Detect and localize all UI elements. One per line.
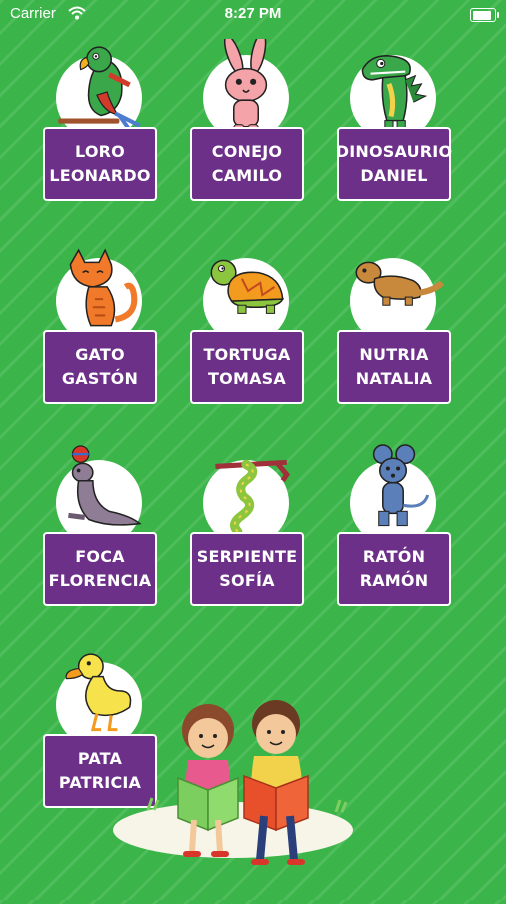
animal-card-loro-leonardo[interactable]: LORO LEONARDO: [43, 46, 157, 205]
animal-card-label: GATO GASTÓN: [43, 330, 157, 404]
animal-card-foca-florencia[interactable]: FOCA FLORENCIA: [43, 445, 157, 610]
animal-name-second: DANIEL: [360, 166, 428, 185]
animal-card-label: LORO LEONARDO: [43, 127, 157, 201]
animal-card-raton-ramon[interactable]: RATÓN RAMÓN: [337, 444, 451, 610]
animal-name-second: LEONARDO: [49, 166, 151, 185]
animal-card-label: DINOSAURIO DANIEL: [335, 127, 453, 201]
animal-card-label: CONEJO CAMILO: [190, 127, 304, 201]
animal-name: LORO: [75, 142, 125, 161]
animal-name-second: SOFÍA: [219, 571, 275, 590]
animal-name: FOCA: [75, 547, 125, 566]
animal-card-nutria-natalia[interactable]: NUTRIA NATALIA: [337, 258, 451, 408]
animal-card-label: SERPIENTE SOFÍA: [190, 532, 304, 606]
animal-name-second: NATALIA: [355, 369, 433, 388]
clock: 8:27 PM: [224, 5, 282, 22]
animal-name: NUTRIA: [359, 345, 429, 364]
animal-name: DINOSAURIO: [335, 142, 453, 161]
animal-card-label: NUTRIA NATALIA: [337, 330, 451, 404]
children-reading-icon: [108, 690, 378, 900]
animal-name: SERPIENTE: [196, 547, 298, 566]
animal-card-serpiente-sofia[interactable]: SERPIENTE SOFÍA: [190, 459, 304, 610]
status-bar: Carrier 8:27 PM: [0, 0, 506, 30]
animal-card-tortuga-tomasa[interactable]: TORTUGA TOMASA: [190, 258, 304, 408]
animal-name-second: GASTÓN: [61, 369, 139, 388]
animal-card-label: TORTUGA TOMASA: [190, 330, 304, 404]
animal-name-second: CAMILO: [211, 166, 283, 185]
animal-name-second: FLORENCIA: [48, 571, 152, 590]
animal-card-gato-gaston[interactable]: GATO GASTÓN: [43, 248, 157, 408]
animal-name: CONEJO: [211, 142, 283, 161]
battery-icon: [470, 8, 499, 22]
animal-card-label: FOCA FLORENCIA: [43, 532, 157, 606]
animal-card-conejo-camilo[interactable]: CONEJO CAMILO: [190, 39, 304, 205]
animal-name: TORTUGA: [203, 345, 291, 364]
battery-level: [472, 10, 491, 20]
animal-name: RATÓN: [362, 547, 426, 566]
animal-card-dinosaurio-daniel[interactable]: DINOSAURIO DANIEL: [335, 55, 453, 205]
animal-card-label: RATÓN RAMÓN: [337, 532, 451, 606]
animal-name: GATO: [75, 345, 125, 364]
animal-name-second: RAMÓN: [359, 571, 429, 590]
animal-name-second: TOMASA: [208, 369, 286, 388]
